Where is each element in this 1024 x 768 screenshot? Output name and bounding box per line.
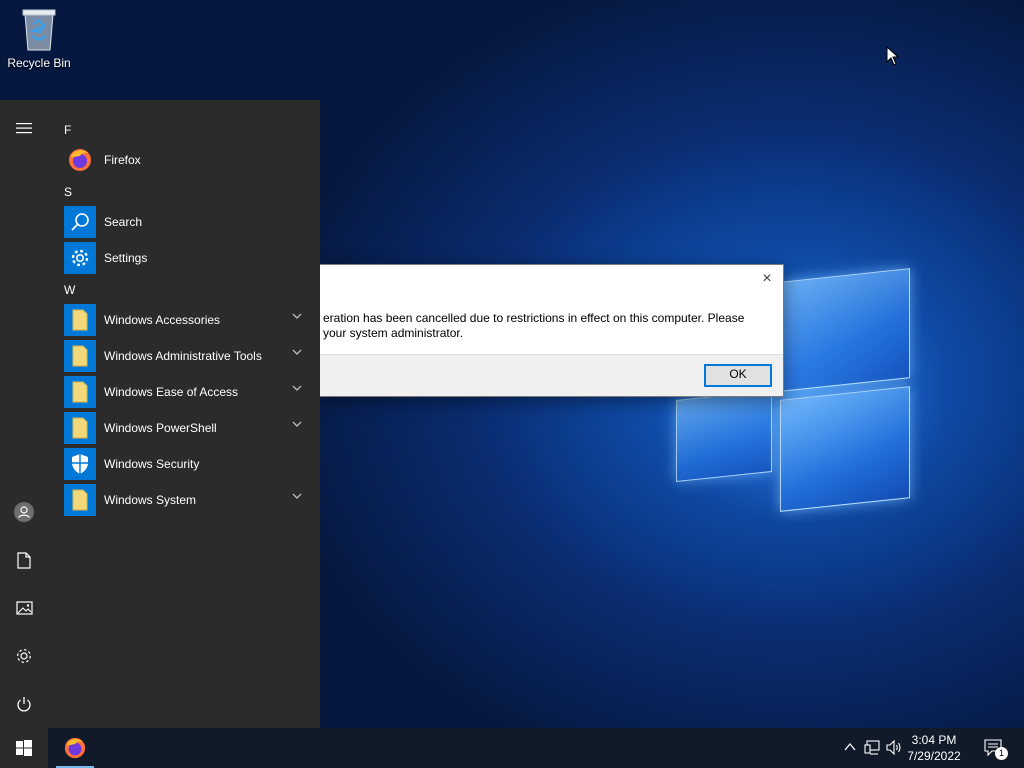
app-label: Windows System: [104, 493, 197, 507]
desktop-icon-recycle-bin[interactable]: Recycle Bin: [4, 6, 74, 70]
taskbar-firefox-button[interactable]: [54, 728, 96, 768]
pictures-button[interactable]: [0, 586, 48, 630]
folder-icon: [64, 340, 96, 372]
gear-icon: [17, 649, 31, 663]
power-button[interactable]: [0, 682, 48, 726]
ok-button[interactable]: OK: [704, 364, 772, 387]
app-item-windows-security[interactable]: Windows Security: [64, 446, 314, 482]
mouse-cursor-icon: [886, 45, 900, 71]
close-icon[interactable]: ×: [759, 271, 775, 287]
desktop[interactable]: Recycle Bin × eration has been cancelled…: [0, 0, 1024, 768]
start-button[interactable]: [0, 728, 48, 768]
chevron-down-icon[interactable]: [292, 420, 302, 428]
settings-rail-button[interactable]: [0, 634, 48, 678]
app-item-settings[interactable]: Settings: [64, 240, 314, 276]
dialog-message-line: your system administrator.: [323, 326, 464, 340]
volume-icon[interactable]: [886, 740, 903, 755]
dialog-footer: OK: [317, 354, 783, 396]
group-header-w[interactable]: W: [64, 278, 314, 302]
shield-icon: [64, 448, 96, 480]
app-label: Windows PowerShell: [104, 421, 217, 435]
app-item-windows-powershell[interactable]: Windows PowerShell: [64, 410, 314, 446]
documents-button[interactable]: [0, 538, 48, 582]
firefox-icon: [64, 144, 96, 176]
app-label: Windows Accessories: [104, 313, 221, 327]
taskbar-clock[interactable]: 3:04 PM 7/29/2022: [902, 732, 966, 764]
app-label: Windows Security: [104, 457, 200, 471]
folder-icon: [64, 484, 96, 516]
picture-icon: [15, 601, 33, 615]
folder-icon: [64, 376, 96, 408]
folder-icon: [64, 412, 96, 444]
app-item-search[interactable]: Search: [64, 204, 314, 240]
app-label: Firefox: [104, 153, 141, 167]
dialog-message-line: eration has been cancelled due to restri…: [323, 311, 745, 325]
app-item-windows-administrative-tools[interactable]: Windows Administrative Tools: [64, 338, 314, 374]
app-label: Search: [104, 215, 143, 229]
search-icon: [64, 206, 96, 238]
app-label: Windows Ease of Access: [104, 385, 239, 399]
app-item-windows-system[interactable]: Windows System: [64, 482, 314, 518]
app-item-windows-accessories[interactable]: Windows Accessories: [64, 302, 314, 338]
app-item-windows-ease-of-access[interactable]: Windows Ease of Access: [64, 374, 314, 410]
clock-date: 7/29/2022: [907, 749, 961, 763]
hamburger-menu-button[interactable]: [0, 106, 48, 150]
taskbar: 3:04 PM 7/29/2022 1: [0, 728, 1024, 768]
app-label: Windows Administrative Tools: [104, 349, 262, 363]
app-item-firefox[interactable]: Firefox: [64, 142, 314, 178]
start-rail: [0, 100, 48, 728]
group-header-f[interactable]: F: [64, 118, 314, 142]
group-header-s[interactable]: S: [64, 180, 314, 204]
folder-icon: [64, 304, 96, 336]
network-icon[interactable]: [864, 740, 880, 755]
action-center-button[interactable]: 1: [984, 738, 1008, 760]
user-avatar-icon: [14, 502, 34, 522]
windows-logo-icon: [16, 740, 32, 756]
recycle-bin-label: Recycle Bin: [7, 56, 71, 70]
notification-badge: 1: [995, 747, 1008, 760]
firefox-icon: [64, 737, 86, 759]
chevron-down-icon[interactable]: [292, 384, 302, 392]
app-label: Settings: [104, 251, 148, 265]
chevron-down-icon[interactable]: [292, 492, 302, 500]
user-account-button[interactable]: [0, 490, 48, 534]
clock-time: 3:04 PM: [911, 733, 957, 747]
gear-icon: [64, 242, 96, 274]
chevron-down-icon[interactable]: [292, 348, 302, 356]
restriction-dialog: × eration has been cancelled due to rest…: [316, 264, 784, 397]
document-icon: [17, 551, 31, 569]
chevron-down-icon[interactable]: [292, 312, 302, 320]
chevron-up-icon[interactable]: [844, 742, 856, 752]
start-menu: F Firefox S Search Settings W Windows Ac…: [0, 100, 320, 728]
hamburger-icon: [16, 123, 32, 134]
dialog-message: eration has been cancelled due to restri…: [323, 311, 763, 341]
system-tray: 3:04 PM 7/29/2022 1: [824, 728, 1024, 768]
power-icon: [17, 696, 31, 711]
app-list: F Firefox S Search Settings W Windows Ac…: [64, 116, 314, 518]
recycle-bin-icon: [20, 6, 58, 52]
